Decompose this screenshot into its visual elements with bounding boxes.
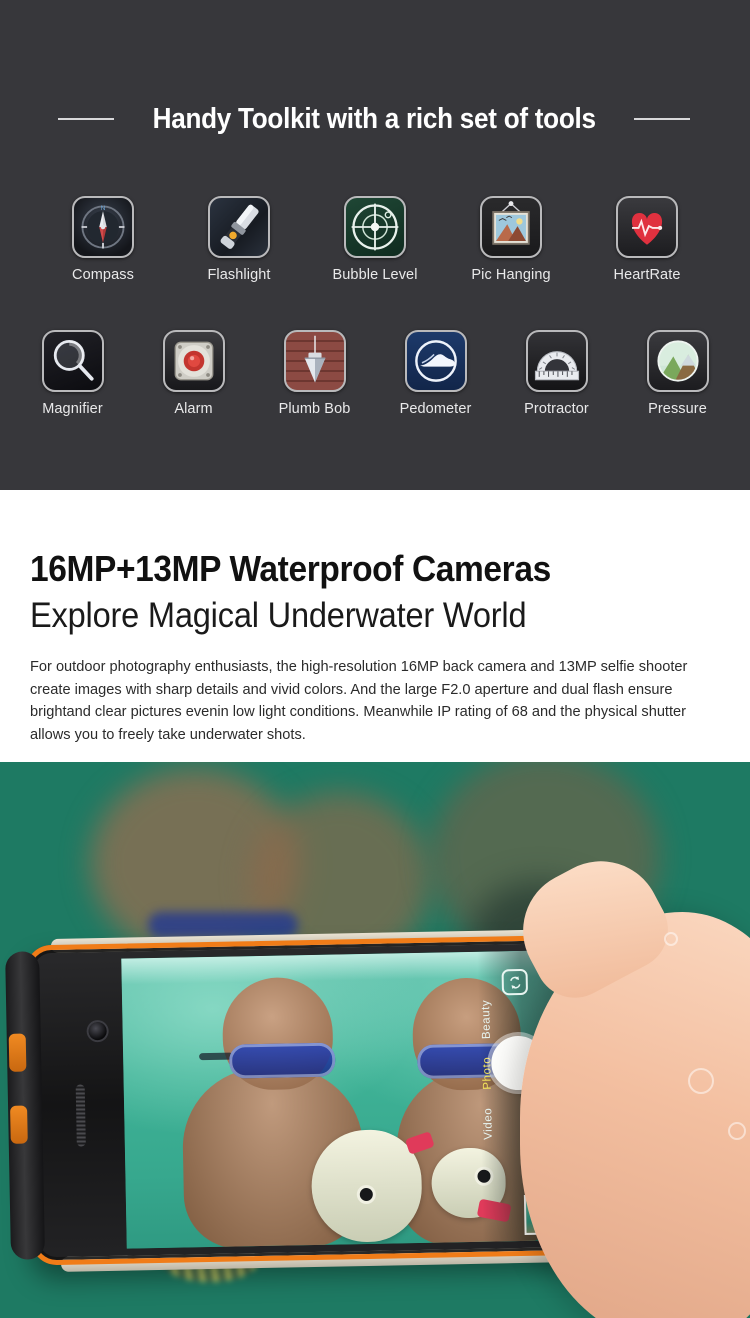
section-body-text: For outdoor photography enthusiasts, the… (30, 659, 688, 743)
plumb-bob-icon (283, 330, 346, 392)
tool-label: Bubble Level (332, 267, 418, 283)
tool-pic-hanging[interactable]: Pic Hanging (471, 196, 551, 283)
fish-in-viewfinder (310, 1128, 423, 1244)
mask-strap (199, 1052, 234, 1061)
tool-pressure[interactable]: Pressure (645, 330, 711, 417)
heart-rate-icon (616, 196, 678, 258)
underwater-photo: Beauty Photo Video (0, 762, 750, 1318)
tool-magnifier[interactable]: Magnifier (40, 330, 106, 417)
tool-label: Pressure (648, 401, 707, 417)
tool-label: Pic Hanging (471, 267, 551, 283)
toolkit-header: Handy Toolkit with a rich set of tools (0, 98, 750, 140)
tool-label: Pedometer (399, 401, 472, 417)
water-bubble (664, 932, 678, 946)
product-page: Handy Toolkit with a rich set of tools N (0, 0, 750, 1318)
toolkit-title: Handy Toolkit with a rich set of tools (152, 102, 596, 135)
compass-icon: N (72, 196, 134, 258)
tool-label: HeartRate (613, 267, 681, 283)
svg-text:N: N (101, 205, 106, 212)
tool-label: Plumb Bob (278, 401, 351, 417)
section-heading: 16MP+13MP Waterproof Cameras (30, 548, 551, 589)
tool-pedometer[interactable]: Pedometer (399, 330, 472, 417)
tool-plumb-bob[interactable]: Plumb Bob (278, 330, 351, 417)
header-rule-left (57, 118, 114, 120)
phone-side-button[interactable] (8, 1033, 27, 1072)
camera-copy-section: 16MP+13MP Waterproof Cameras Explore Mag… (0, 490, 750, 762)
tool-alarm[interactable]: Alarm (161, 330, 227, 417)
protractor-icon (525, 330, 588, 392)
tool-label: Protractor (524, 401, 589, 417)
phone-side-button[interactable] (10, 1105, 28, 1144)
alarm-icon (162, 330, 225, 392)
water-bubble (688, 1068, 714, 1094)
water-bubble (728, 1122, 746, 1140)
tool-compass[interactable]: N Compass (70, 196, 136, 283)
section-subheading: Explore Magical Underwater World (30, 596, 527, 635)
header-rule-right (634, 118, 691, 120)
pic-hanging-icon (480, 196, 542, 258)
hand-holding-phone (470, 840, 750, 1318)
diving-mask (228, 1042, 336, 1079)
phone-left-side (5, 951, 46, 1260)
phone-speaker-grille (75, 1084, 86, 1147)
tool-label: Compass (72, 267, 134, 283)
tool-label: Alarm (174, 401, 213, 417)
toolkit-row-2: Magnifier Alarm Plumb Bob Pedometer Prot… (0, 330, 750, 417)
flashlight-icon (208, 196, 270, 258)
tool-bubble-level[interactable]: Bubble Level (332, 196, 417, 283)
magnifier-icon (41, 330, 104, 392)
toolkit-section: Handy Toolkit with a rich set of tools N (0, 0, 750, 490)
tool-heart-rate[interactable]: HeartRate (614, 196, 680, 283)
tool-label: Magnifier (42, 401, 103, 417)
pressure-icon (646, 330, 709, 392)
toolkit-row-1: N Compass Flashlight Bubble Level Pic Ha… (0, 196, 750, 283)
tool-label: Flashlight (207, 267, 271, 283)
tool-flashlight[interactable]: Flashlight (206, 196, 272, 283)
pedometer-icon (404, 330, 467, 392)
tool-protractor[interactable]: Protractor (524, 330, 590, 417)
bubble-level-icon (344, 196, 406, 258)
